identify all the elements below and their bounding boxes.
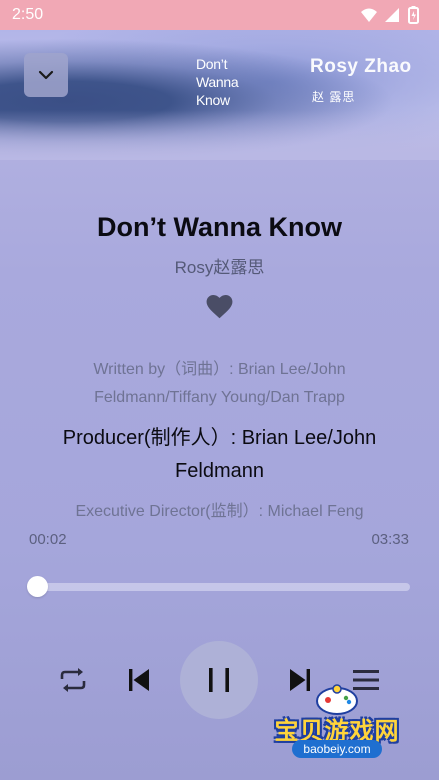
status-time: 2:50 xyxy=(12,6,44,23)
chevron-down-icon xyxy=(38,70,54,80)
wifi-icon xyxy=(361,8,377,22)
status-bar: 2:50 xyxy=(0,0,439,30)
previous-button[interactable] xyxy=(124,664,154,696)
watermark: 宝贝游戏网 baobeiy.com xyxy=(262,683,412,763)
skip-previous-icon xyxy=(129,669,149,691)
status-icons xyxy=(361,6,419,24)
total-duration: 03:33 xyxy=(371,531,409,548)
cover-artist: Rosy Zhao xyxy=(310,56,412,77)
lyric-line-active: Producer(制作人）: Brian Lee/John Feldmann xyxy=(62,427,377,482)
cover-fade xyxy=(0,110,439,160)
repeat-icon xyxy=(60,668,86,692)
repeat-button[interactable] xyxy=(56,665,90,695)
collapse-button[interactable] xyxy=(24,53,68,97)
heart-icon[interactable] xyxy=(206,294,233,320)
play-pause-button[interactable] xyxy=(180,641,258,719)
seek-bar[interactable] xyxy=(34,583,410,591)
signal-icon xyxy=(385,8,399,22)
lyric-line: Executive Director(监制）: Michael Feng xyxy=(75,503,364,520)
song-artist[interactable]: Rosy赵露思 xyxy=(0,253,439,278)
lyric-line: Written by（词曲）: Brian Lee/John Feldmann/… xyxy=(93,361,346,406)
song-title: Don’t Wanna Know xyxy=(97,212,342,242)
seek-thumb[interactable] xyxy=(26,576,48,597)
cover-title: Don’t Wanna Know xyxy=(196,56,239,108)
cover-artist-cn: 赵 露思 xyxy=(312,90,356,104)
battery-icon xyxy=(408,6,419,24)
pause-icon xyxy=(209,668,229,692)
watermark-url: baobeiy.com xyxy=(292,740,382,758)
elapsed-time: 00:02 xyxy=(29,531,67,548)
